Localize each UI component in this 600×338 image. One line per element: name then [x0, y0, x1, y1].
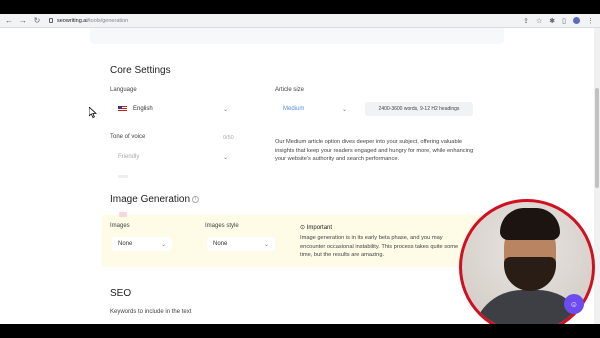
- article-size-label: Article size: [275, 87, 305, 93]
- presenter-beard: [504, 257, 556, 291]
- tone-counter: 0/50: [223, 135, 234, 141]
- article-size-select[interactable]: Medium ⌄: [277, 102, 353, 116]
- images-style-select[interactable]: None ⌄: [207, 237, 275, 251]
- menu-icon[interactable]: ⋮: [587, 17, 594, 25]
- extensions-icon[interactable]: ✱: [549, 17, 555, 25]
- sidepanel-icon[interactable]: ▯: [562, 17, 566, 25]
- article-size-value: Medium: [283, 106, 305, 112]
- us-flag-icon: [118, 106, 127, 112]
- article-size-summary: 2400-3600 words, 9-12 H2 headings: [365, 102, 473, 116]
- presenter-hair: [500, 208, 560, 240]
- chevron-down-icon: ⌄: [341, 106, 347, 113]
- url-host: seowriting.ai: [57, 17, 88, 24]
- chevron-down-icon: ⌄: [222, 154, 228, 161]
- browser-toolbar: ← → ↻ seowriting.ai/tools/generation ⇪ ☆…: [0, 14, 600, 28]
- language-label: Language: [110, 87, 137, 93]
- important-notice-heading: ⊙ Important: [300, 224, 332, 231]
- chat-icon[interactable]: ☺: [564, 294, 584, 314]
- bookmark-star-icon[interactable]: ☆: [536, 17, 542, 25]
- chevron-down-icon: ⌄: [222, 106, 228, 113]
- reload-icon[interactable]: ↻: [33, 16, 41, 25]
- images-value: None: [118, 241, 133, 247]
- core-settings-title: Core Settings: [110, 65, 171, 76]
- image-generation-title: Image Generation i: [110, 194, 200, 205]
- decorative-chip: [119, 212, 127, 217]
- webcam-overlay: [459, 199, 595, 335]
- image-generation-title-text: Image Generation: [110, 194, 191, 205]
- seo-title: SEO: [110, 288, 132, 299]
- forward-icon[interactable]: →: [19, 16, 27, 25]
- keywords-label: Keywords to include in the text: [110, 309, 192, 315]
- back-icon[interactable]: ←: [5, 16, 13, 25]
- letterbox-bottom: [0, 324, 600, 338]
- images-style-label: Images style: [205, 223, 239, 229]
- language-value: English: [133, 106, 153, 112]
- important-title: Important: [306, 225, 333, 231]
- page-scrollbar[interactable]: [594, 28, 600, 324]
- url-path: /tools/generation: [87, 17, 129, 24]
- placeholder-chip: [118, 175, 128, 178]
- letterbox-top: [0, 0, 600, 14]
- tone-of-voice-label: Tone of voice: [110, 134, 146, 140]
- mouse-cursor-icon: [89, 107, 97, 118]
- language-select[interactable]: English ⌄: [112, 102, 234, 116]
- images-label: Images: [110, 223, 130, 229]
- chevron-down-icon: ⌄: [160, 241, 166, 248]
- images-style-value: None: [213, 241, 228, 247]
- important-icon: ⊙: [300, 225, 306, 231]
- article-size-description: Our Medium article option dives deeper i…: [275, 139, 474, 163]
- previous-section-card: [90, 28, 504, 44]
- lock-icon: [49, 18, 53, 23]
- share-icon[interactable]: ⇪: [523, 17, 529, 25]
- profile-avatar[interactable]: [573, 17, 580, 24]
- important-notice-text: Image generation is in its early beta ph…: [300, 235, 459, 259]
- tone-value: Friendly: [118, 154, 140, 160]
- info-icon[interactable]: i: [192, 195, 200, 203]
- address-bar[interactable]: seowriting.ai/tools/generation: [49, 18, 128, 24]
- tone-of-voice-input[interactable]: Friendly ⌄: [112, 150, 234, 164]
- images-select[interactable]: None ⌄: [112, 237, 172, 251]
- chevron-down-icon: ⌄: [263, 241, 269, 248]
- scrollbar-thumb[interactable]: [595, 88, 599, 188]
